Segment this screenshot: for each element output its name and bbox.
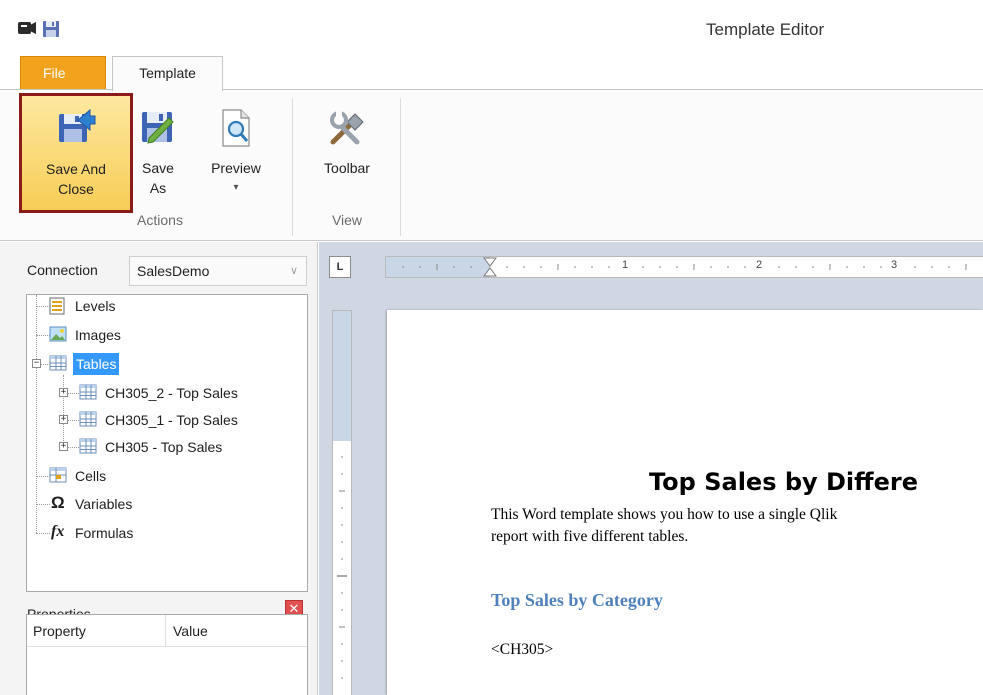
ruler-number: 1 (622, 259, 629, 271)
tree-item-label: Levels (75, 298, 116, 314)
vertical-ruler[interactable] (332, 310, 352, 695)
expand-toggle[interactable]: + (59, 388, 68, 397)
preview-icon (219, 108, 253, 153)
table-icon (79, 438, 97, 460)
save-close-icon (56, 106, 96, 151)
tree-item-label: Images (75, 327, 121, 343)
omega-icon: Ω (51, 493, 65, 512)
column-header-property[interactable]: Property (33, 623, 86, 639)
tree-connector (36, 504, 50, 505)
expand-toggle[interactable]: + (59, 415, 68, 424)
fx-icon: fx (51, 523, 65, 540)
ruler-number: 3 (891, 259, 898, 271)
connection-label: Connection (27, 262, 98, 278)
horizontal-ruler[interactable]: 1 2 3 (385, 256, 983, 278)
tree-connector (36, 476, 50, 477)
collapse-toggle[interactable]: − (32, 359, 41, 368)
tree-item-label: Cells (75, 468, 107, 484)
save-as-icon (140, 108, 176, 151)
table-icon (49, 355, 67, 377)
table-icon (79, 411, 97, 433)
ribbon-separator (400, 98, 401, 236)
toolbar-label: Toolbar (324, 160, 370, 176)
tree-item-label: CH305_2 - Top Sales (105, 385, 238, 401)
tree-connector (67, 447, 79, 448)
save-as-button[interactable]: Save As (136, 104, 180, 214)
images-icon (49, 326, 67, 348)
left-panel: Connection SalesDemo ∨ Levels Images − T… (0, 242, 318, 695)
document-placeholder-tag: <CH305> (491, 641, 554, 658)
connection-select[interactable]: SalesDemo ∨ (129, 256, 307, 286)
ruler-number: 2 (756, 259, 763, 271)
tree-connector (63, 375, 64, 447)
tree-item-label: CH305_1 - Top Sales (105, 412, 238, 428)
table-icon (79, 384, 97, 406)
properties-grid[interactable]: Property Value (26, 614, 308, 695)
expand-toggle[interactable]: + (59, 442, 68, 451)
document-body: This Word template shows you how to use … (491, 504, 983, 548)
ruler-ticks (337, 456, 347, 679)
tab-file[interactable]: File (20, 56, 106, 89)
save-and-close-label-1: Save And (46, 161, 106, 177)
template-tree[interactable]: Levels Images − Tables + CH305_2 - Top S… (26, 294, 308, 592)
column-divider[interactable] (165, 615, 166, 647)
document-title: Top Sales by Differe (649, 468, 918, 496)
chevron-down-icon: ▾ (233, 182, 239, 193)
document-heading: Top Sales by Category (491, 590, 663, 610)
preview-button[interactable]: Preview ▾ (200, 104, 272, 214)
save-as-label-1: Save (142, 160, 174, 176)
group-label-actions: Actions (137, 212, 183, 228)
document-body-line: This Word template shows you how to use … (491, 506, 838, 523)
cells-icon (49, 467, 67, 489)
tree-connector (36, 306, 50, 307)
ribbon: Save And Close Save As Preview ▾ Actions… (0, 89, 983, 241)
save-as-label-2: As (149, 180, 167, 196)
column-header-value[interactable]: Value (173, 623, 208, 639)
tree-connector (36, 295, 37, 533)
properties-header: Property Value (27, 615, 307, 647)
document-area: L 1 2 3 Top Sales by Differe This Word t… (319, 242, 983, 695)
tree-connector (67, 393, 79, 394)
group-label-view: View (331, 212, 363, 228)
tree-connector (36, 533, 50, 534)
tree-item-label: Tables (73, 353, 120, 375)
tab-template[interactable]: Template (112, 56, 223, 91)
save-icon[interactable] (42, 20, 60, 41)
document-body-line: report with five different tables. (491, 528, 689, 545)
tree-connector (36, 335, 50, 336)
tree-connector (67, 420, 79, 421)
save-and-close-label-2: Close (58, 181, 94, 197)
tree-item-label: Variables (75, 496, 133, 512)
title-bar: Template Editor (0, 0, 983, 56)
save-and-close-button[interactable]: Save And Close (19, 93, 133, 213)
tree-item-label: CH305 - Top Sales (105, 439, 223, 455)
connection-value: SalesDemo (137, 263, 210, 279)
toolbar-button[interactable]: Toolbar (310, 104, 384, 214)
preview-label: Preview (211, 160, 261, 176)
tab-stop-selector[interactable]: L (329, 256, 351, 278)
window-title: Template Editor (706, 20, 825, 39)
document-page[interactable]: Top Sales by Differe This Word template … (387, 310, 983, 695)
chevron-down-icon: ∨ (289, 265, 298, 277)
tools-icon (327, 108, 367, 153)
tree-item-label: Formulas (75, 525, 134, 541)
ribbon-separator (292, 98, 293, 236)
app-icon[interactable] (17, 20, 37, 39)
levels-icon (49, 297, 65, 321)
